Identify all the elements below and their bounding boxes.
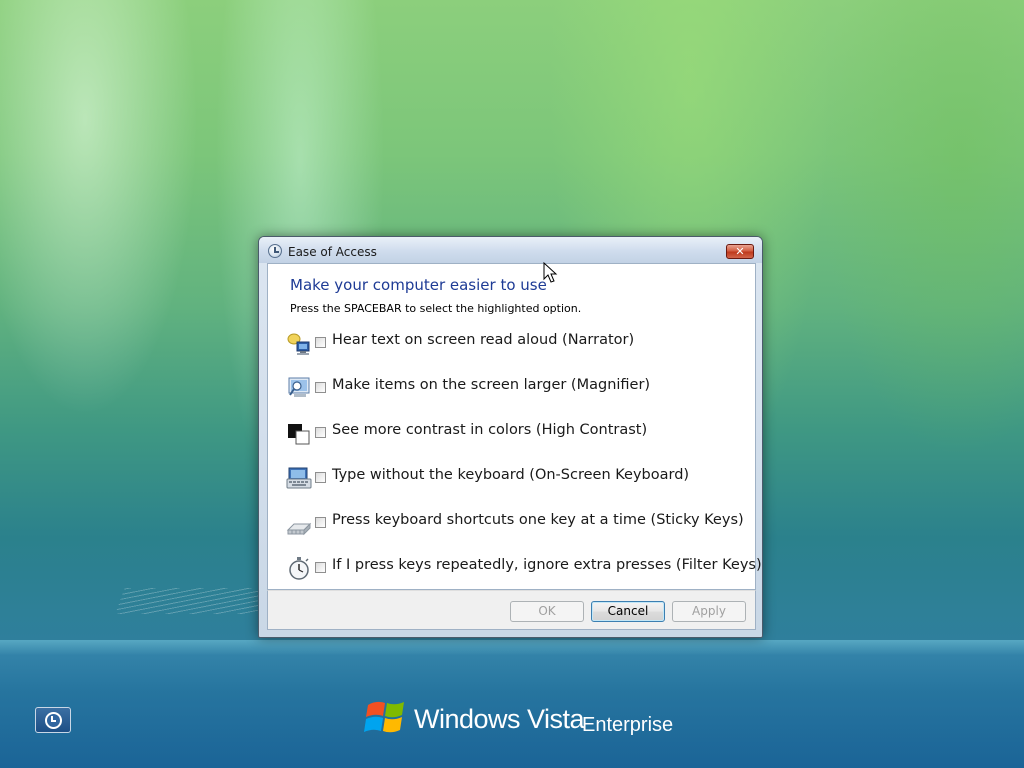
magnifier-icon — [288, 377, 310, 397]
ease-of-access-dialog: Ease of Access ✕ Make your computer easi… — [258, 236, 763, 638]
option-narrator[interactable]: Hear text on screen read aloud (Narrator… — [286, 330, 746, 370]
option-filter-keys[interactable]: If I press keys repeatedly, ignore extra… — [286, 555, 762, 595]
mouse-cursor-icon — [543, 262, 558, 283]
filter-keys-label[interactable]: If I press keys repeatedly, ignore extra… — [332, 557, 762, 573]
dialog-title: Ease of Access — [288, 245, 377, 259]
narrator-checkbox[interactable] — [315, 337, 326, 348]
ease-of-access-icon — [45, 712, 62, 729]
apply-button[interactable]: Apply — [672, 601, 746, 622]
magnifier-checkbox[interactable] — [315, 382, 326, 393]
filter-keys-checkbox[interactable] — [315, 562, 326, 573]
edition-label: Enterprise — [582, 714, 674, 736]
dialog-heading: Make your computer easier to use — [290, 276, 547, 294]
filter-keys-icon — [289, 557, 309, 580]
cancel-button[interactable]: Cancel — [591, 601, 665, 622]
dialog-titlebar[interactable]: Ease of Access ✕ — [259, 237, 762, 263]
option-on-screen-keyboard[interactable]: Type without the keyboard (On-Screen Key… — [286, 465, 746, 505]
sticky-keys-icon — [286, 522, 312, 536]
high-contrast-icon — [288, 424, 310, 445]
sticky-keys-checkbox[interactable] — [315, 517, 326, 528]
sticky-keys-label[interactable]: Press keyboard shortcuts one key at a ti… — [332, 512, 744, 528]
dialog-instruction: Press the SPACEBAR to select the highlig… — [290, 302, 582, 315]
on-screen-keyboard-checkbox[interactable] — [315, 472, 326, 483]
dialog-content: Make your computer easier to use Press t… — [267, 263, 762, 590]
ok-button[interactable]: OK — [510, 601, 584, 622]
dialog-button-bar: OK Cancel Apply — [267, 590, 756, 630]
windows-flag-logo — [364, 701, 404, 733]
option-magnifier[interactable]: Make items on the screen larger (Magnifi… — [286, 375, 746, 415]
option-high-contrast[interactable]: See more contrast in colors (High Contra… — [286, 420, 746, 460]
windows-vista-wordmark: Windows Vista — [414, 704, 585, 734]
on-screen-keyboard-label[interactable]: Type without the keyboard (On-Screen Key… — [332, 467, 689, 483]
on-screen-keyboard-icon — [286, 467, 312, 489]
magnifier-label[interactable]: Make items on the screen larger (Magnifi… — [332, 377, 650, 393]
narrator-label[interactable]: Hear text on screen read aloud (Narrator… — [332, 332, 634, 348]
high-contrast-checkbox[interactable] — [315, 427, 326, 438]
ease-of-access-icon — [268, 244, 282, 258]
ease-of-access-button[interactable] — [35, 707, 71, 733]
high-contrast-label[interactable]: See more contrast in colors (High Contra… — [332, 422, 647, 438]
narrator-icon — [287, 333, 310, 355]
decorative-swoosh — [115, 588, 275, 614]
close-button[interactable]: ✕ — [726, 244, 754, 259]
option-sticky-keys[interactable]: Press keyboard shortcuts one key at a ti… — [286, 510, 746, 550]
